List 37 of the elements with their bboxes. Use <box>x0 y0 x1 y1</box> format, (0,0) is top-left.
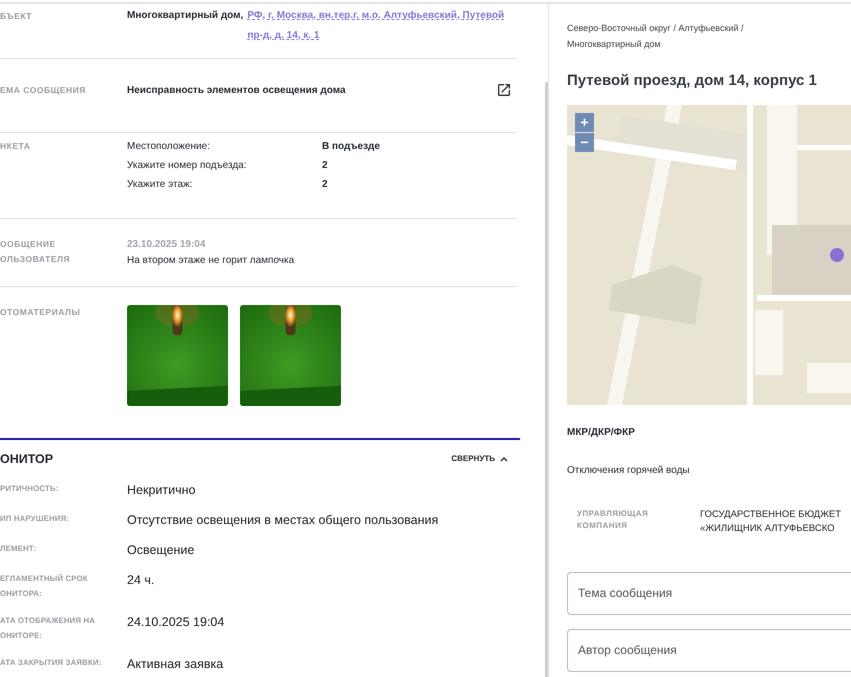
collapse-button[interactable]: СВЕРНУТЬ <box>451 453 508 466</box>
external-link-icon[interactable] <box>496 82 512 98</box>
question-label: Местоположение: <box>127 140 211 154</box>
zoom-out-button[interactable]: − <box>575 132 594 152</box>
section-title: ОНИТОР <box>0 451 54 468</box>
field-label: НКЕТА <box>0 140 32 153</box>
outage-title: Отключения горячей воды <box>567 464 691 478</box>
field-value: Активная заявка <box>127 656 224 673</box>
field-label: УПРАВЛЯЮЩАЯ КОМПАНИЯ <box>576 508 650 532</box>
address-title: Путевой проезд, дом 14, корпус 1 <box>567 71 818 91</box>
breadcrumb: Северо-Восточный округ / Алтуфьевский / Многоквартирный дом <box>567 22 744 51</box>
text-field[interactable]: Тема сообщения <box>567 572 851 614</box>
answer-value: В подъезде <box>322 140 381 154</box>
section-title: МКР/ДКР/ФКР <box>567 426 636 440</box>
text-field[interactable]: Автор сообщения <box>567 628 851 672</box>
field-label: БЪЕКТ <box>0 10 33 23</box>
company-name: «ЖИЛИЩНИК АЛТУФЬЕВСКО <box>700 522 836 536</box>
field-label: ОТОМАТЕРИАЛЫ <box>0 306 82 319</box>
answer-value: 2 <box>322 178 329 192</box>
message-text: На втором этаже не горит лампочка <box>127 254 296 268</box>
scrollbar[interactable] <box>545 82 548 677</box>
message-date: 23.10.2025 19:04 <box>127 238 206 252</box>
field-value: Некритично <box>127 482 196 499</box>
question-label: Укажите номер подъезда: <box>127 159 248 173</box>
field-label: ЕМА СООБЩЕНИЯ <box>0 84 87 97</box>
field-value: 24.10.2025 19:04 <box>127 614 224 631</box>
field-value: 24 ч. <box>127 572 154 589</box>
zoom-in-button[interactable]: + <box>575 112 594 132</box>
field-label: ООБЩЕНИЕ ОЛЬЗОВАТЕЛЯ <box>0 238 72 266</box>
question-label: Укажите этаж: <box>127 178 194 192</box>
answer-value: 2 <box>322 159 329 173</box>
topic-text: Неисправность элементов освещения дома <box>127 84 346 98</box>
field-value: Отсутствие освещения в местах общего пользования <box>127 512 438 529</box>
object-type: Многоквартирный дом, <box>127 9 244 23</box>
field-value: Освещение <box>127 542 194 559</box>
company-name: ГОСУДАРСТВЕННОЕ БЮДЖЕТ <box>700 508 842 522</box>
address-link[interactable]: РФ, г. Москва, вн.тер.г. м.о. Алтуфьевский, Путевой пр-д, д. 14, к. 1 <box>247 6 516 46</box>
